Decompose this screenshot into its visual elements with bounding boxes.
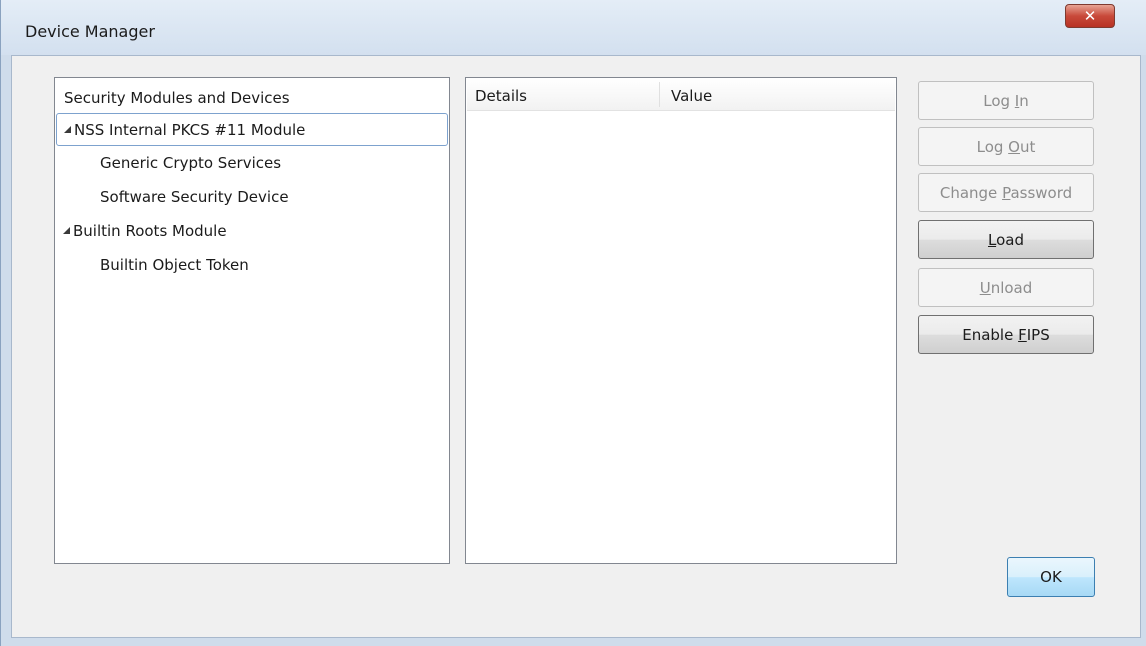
tree-item-label: Generic Crypto Services [100, 154, 282, 172]
button-label: Load [988, 230, 1024, 249]
details-table-header: Details Value [467, 79, 895, 111]
button-label: Log Out [976, 137, 1036, 156]
tree-header-label: Security Modules and Devices [64, 89, 290, 107]
tree-item-label: Builtin Roots Module [73, 222, 227, 240]
security-modules-tree[interactable]: Security Modules and Devices NSS Interna… [54, 77, 450, 564]
title-bar[interactable]: Device Manager ✕ [1, 0, 1146, 55]
close-button[interactable]: ✕ [1065, 4, 1115, 28]
button-label: Change Password [939, 183, 1073, 202]
tree-item-builtin-roots-module[interactable]: Builtin Roots Module [56, 215, 448, 248]
button-label: Unload [979, 278, 1033, 297]
enable-fips-button[interactable]: Enable FIPS [918, 315, 1094, 354]
column-header-value[interactable]: Value [671, 87, 712, 105]
tree-header[interactable]: Security Modules and Devices [56, 79, 448, 112]
tree-item-software-security-device[interactable]: Software Security Device [56, 181, 448, 214]
tree-item-label: NSS Internal PKCS #11 Module [74, 121, 306, 139]
column-separator[interactable] [659, 82, 660, 107]
ok-button[interactable]: OK [1007, 557, 1095, 597]
window-title: Device Manager [25, 22, 155, 41]
tree-item-label: Builtin Object Token [100, 256, 249, 274]
details-table[interactable]: Details Value [465, 77, 897, 564]
dialog-body: Security Modules and Devices NSS Interna… [11, 55, 1141, 638]
change-password-button[interactable]: Change Password [918, 173, 1094, 212]
expanded-triangle-icon[interactable] [63, 227, 70, 234]
tree-item-label: Software Security Device [100, 188, 289, 206]
close-icon: ✕ [1083, 6, 1097, 25]
button-label: OK [1040, 568, 1062, 586]
log-out-button[interactable]: Log Out [918, 127, 1094, 166]
log-in-button[interactable]: Log In [918, 81, 1094, 120]
expanded-triangle-icon[interactable] [64, 126, 71, 133]
button-label: Enable FIPS [962, 325, 1050, 344]
tree-item-nss-internal-module[interactable]: NSS Internal PKCS #11 Module [56, 113, 448, 146]
unload-button[interactable]: Unload [918, 268, 1094, 307]
tree-item-generic-crypto-services[interactable]: Generic Crypto Services [56, 147, 448, 180]
tree-item-builtin-object-token[interactable]: Builtin Object Token [56, 249, 448, 282]
button-label: Log In [983, 91, 1029, 110]
load-button[interactable]: Load [918, 220, 1094, 259]
device-manager-window: Device Manager ✕ Security Modules and De… [0, 0, 1146, 646]
column-header-details[interactable]: Details [475, 87, 527, 105]
